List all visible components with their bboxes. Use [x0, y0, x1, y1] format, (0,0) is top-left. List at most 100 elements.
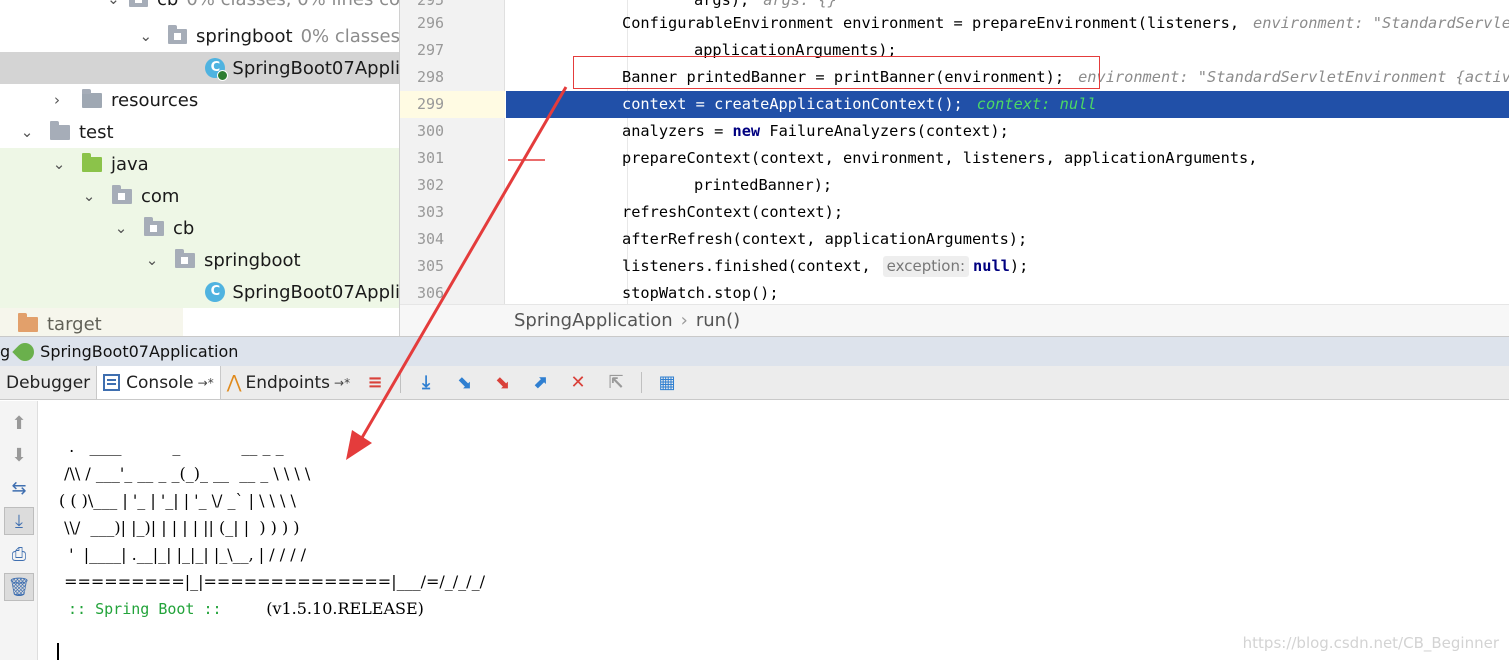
chevron-down-icon[interactable]: ⌄	[80, 187, 98, 205]
tree-item-main-application[interactable]: C SpringBoot07Appli	[0, 52, 400, 84]
tree-item-cb-test[interactable]: ⌄ cb	[0, 212, 399, 244]
keyword: null	[973, 257, 1010, 275]
tab-label: Debugger	[6, 372, 91, 393]
chevron-down-icon[interactable]: ⌄	[112, 219, 130, 237]
line-number: 299	[400, 91, 505, 118]
tree-item-label: test	[79, 121, 114, 143]
scroll-to-end-icon[interactable]: ⤓	[4, 507, 34, 535]
code-line[interactable]: refreshContext(context);	[506, 199, 1509, 226]
soft-wrap-icon[interactable]: ⇆	[4, 474, 34, 502]
code-text: ConfigurableEnvironment environment = pr…	[622, 14, 1240, 32]
code-text: analyzers =	[622, 122, 733, 140]
tree-item-test-application[interactable]: C SpringBoot07Appli	[0, 276, 400, 308]
watermark: https://blog.csdn.net/CB_Beginner	[1242, 634, 1499, 652]
coverage-label: 0% classes, 0% lines co	[186, 0, 399, 10]
tree-item-test[interactable]: ⌄ test	[0, 116, 399, 148]
run-to-cursor-icon[interactable]: ⇱	[597, 366, 635, 399]
code-line[interactable]: ConfigurableEnvironment environment = pr…	[506, 10, 1509, 37]
code-text: refreshContext(context);	[622, 203, 844, 221]
chevron-down-icon[interactable]: ⌄	[143, 251, 161, 269]
code-editor[interactable]: args); args: {} ConfigurableEnvironment e…	[506, 0, 1509, 304]
console-output[interactable]: . ____ _ __ _ _ /\\ / ___'_ __ _ _(_)_ _…	[39, 401, 1509, 660]
code-line[interactable]: prepareContext(context, environment, lis…	[506, 145, 1509, 172]
tree-item-resources[interactable]: › resources	[0, 84, 399, 116]
line-number: 296	[417, 14, 445, 32]
spring-boot-version-line: :: Spring Boot :: (v1.5.10.RELEASE)	[59, 595, 424, 622]
chevron-down-icon[interactable]: ⌄	[18, 123, 36, 141]
down-arrow-icon[interactable]: ⬇	[4, 441, 34, 469]
code-line[interactable]: analyzers = new FailureAnalyzers(context…	[506, 118, 1509, 145]
print-icon[interactable]: ⎙	[4, 540, 34, 568]
tree-item-label: java	[111, 153, 149, 175]
inline-debug-value: environment: "StandardServletEnvironment…	[1078, 68, 1509, 86]
console-icon	[103, 374, 121, 391]
text-caret	[57, 643, 59, 660]
tree-item-target[interactable]: target	[0, 308, 399, 336]
code-text: listeners.finished(context,	[622, 257, 871, 275]
resources-folder-icon	[82, 88, 102, 108]
tree-item-springboot-test[interactable]: ⌄ springboot	[0, 244, 399, 276]
code-text: printedBanner);	[694, 176, 833, 194]
test-source-folder-icon	[82, 152, 102, 172]
tree-item-label: SpringBoot07Appli	[232, 57, 400, 79]
tree-item-springboot-main[interactable]: ⌄ springboot 0% classes	[0, 20, 399, 52]
current-execution-line[interactable]: context = createApplicationContext(); con…	[506, 91, 1509, 118]
debug-tab-bar: Debugger Console →* ⋀ Endpoints →* ≡ ⤓ ⬊…	[0, 366, 1509, 400]
clear-all-trash-icon[interactable]: 🗑	[4, 573, 34, 601]
code-line[interactable]: stopWatch.stop();	[506, 280, 1509, 304]
banner-line: \\/ ___)| |_)| | | | | || (_| | ) ) ) )	[59, 518, 300, 537]
inline-debug-value: args: {}	[763, 0, 837, 9]
banner-line: . ____ _ __ _ _	[59, 437, 284, 456]
line-number: 303	[417, 203, 445, 221]
show-execution-point-icon[interactable]: ≡	[356, 366, 394, 399]
chevron-down-icon[interactable]: ⌄	[137, 27, 154, 45]
tree-item-com[interactable]: ⌄ com	[0, 180, 399, 212]
tree-item-label: springboot	[204, 249, 301, 271]
force-step-into-icon[interactable]: ⬊	[483, 366, 521, 399]
line-number: 305	[417, 257, 445, 275]
spring-boot-version: (v1.5.10.RELEASE)	[230, 599, 424, 618]
tab-console[interactable]: Console →*	[96, 366, 221, 399]
banner-line: =========|_|==============|___/=/_/_/_/	[59, 572, 485, 591]
package-folder-icon	[129, 0, 149, 7]
banner-line: ( ( )\___ | '_ | '_| | '_ \/ _` | \ \ \ …	[59, 491, 296, 510]
step-into-icon[interactable]: ⬊	[445, 366, 483, 399]
tab-endpoints[interactable]: ⋀ Endpoints →*	[221, 366, 356, 399]
folder-icon	[50, 120, 70, 140]
tree-item-cb-main[interactable]: ⌄ cb 0% classes, 0% lines co	[0, 0, 399, 15]
toolbar-divider	[641, 372, 643, 393]
code-line[interactable]: printedBanner);	[506, 172, 1509, 199]
line-number: 302	[417, 176, 445, 194]
code-line[interactable]: afterRefresh(context, applicationArgumen…	[506, 226, 1509, 253]
tab-label: Console	[126, 372, 194, 393]
evaluate-expression-icon[interactable]: ▦	[648, 366, 686, 399]
chevron-right-icon[interactable]: ›	[48, 91, 66, 109]
line-number: 301	[417, 149, 445, 167]
step-over-icon[interactable]: ⤓	[407, 366, 445, 399]
code-text: stopWatch.stop();	[622, 284, 779, 302]
console-side-toolbar: ⬆ ⬇ ⇆ ⤓ ⎙ 🗑	[0, 401, 38, 660]
tree-item-label: cb	[173, 217, 195, 239]
parameter-hint: exception:	[882, 256, 970, 277]
pin-icon[interactable]: →*	[334, 376, 350, 390]
chevron-down-icon[interactable]: ⌄	[105, 0, 122, 8]
step-out-icon[interactable]: ⬈	[521, 366, 559, 399]
spring-boot-icon	[12, 338, 38, 365]
up-arrow-icon[interactable]: ⬆	[4, 409, 34, 437]
line-number: 300	[417, 122, 445, 140]
chevron-down-icon[interactable]: ⌄	[50, 155, 68, 173]
pin-icon[interactable]: →*	[198, 376, 214, 390]
tree-item-java[interactable]: ⌄ java	[0, 148, 399, 180]
code-line[interactable]: listeners.finished(context, exception: nul…	[506, 253, 1509, 280]
target-row-highlight	[0, 308, 183, 336]
drop-frame-icon[interactable]: ✕	[559, 366, 597, 399]
inline-debug-value: environment: "StandardServletEn	[1253, 14, 1509, 32]
tree-item-label: SpringBoot07Appli	[232, 281, 400, 303]
package-folder-icon	[175, 248, 195, 268]
breadcrumb-method[interactable]: run()	[696, 310, 740, 331]
run-configuration-name[interactable]: SpringBoot07Application	[40, 338, 238, 366]
class-icon: C	[205, 282, 226, 302]
tab-debugger[interactable]: Debugger	[0, 366, 96, 399]
breadcrumb-class[interactable]: SpringApplication	[514, 310, 673, 331]
code-text: afterRefresh(context, applicationArgumen…	[622, 230, 1028, 248]
